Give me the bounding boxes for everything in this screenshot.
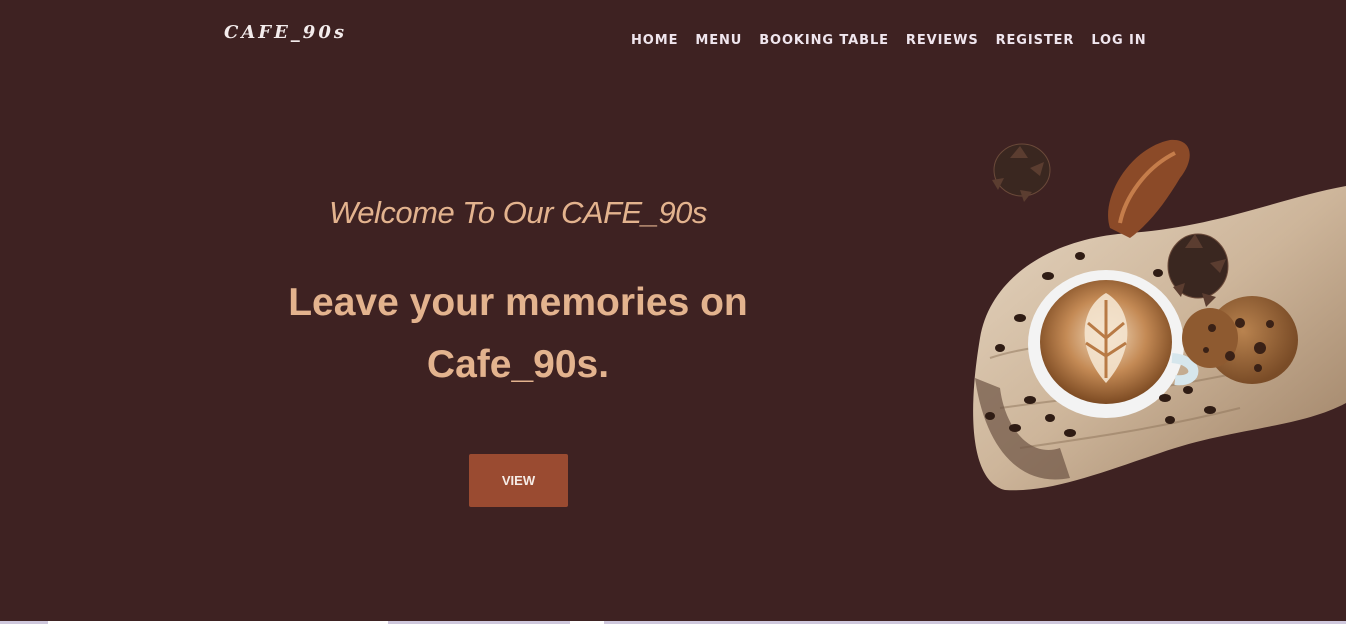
headline-line-1: Leave your memories on [288,281,748,324]
main-nav: HOME MENU BOOKING TABLE REVIEWS REGISTER… [631,33,1147,48]
headline-line-2: Cafe_90s. [426,343,610,386]
nav-reviews[interactable]: REVIEWS [906,33,979,48]
view-button[interactable]: VIEW [469,454,568,507]
coffee-cup-on-wood-board-image [973,139,1346,491]
nav-home[interactable]: HOME [631,33,678,48]
nav-menu[interactable]: MENU [695,33,742,48]
hero-headline: Leave your memories on Cafe_90s. [218,272,818,396]
nav-log-in[interactable]: LOG IN [1091,33,1146,48]
site-logo[interactable]: CAFE_90s [224,22,347,43]
welcome-text: Welcome To Our CAFE_90s [329,195,707,230]
nav-register[interactable]: REGISTER [996,33,1075,48]
nav-booking-table[interactable]: BOOKING TABLE [759,33,889,48]
hero-section: CAFE_90s HOME MENU BOOKING TABLE REVIEWS… [0,0,1346,621]
